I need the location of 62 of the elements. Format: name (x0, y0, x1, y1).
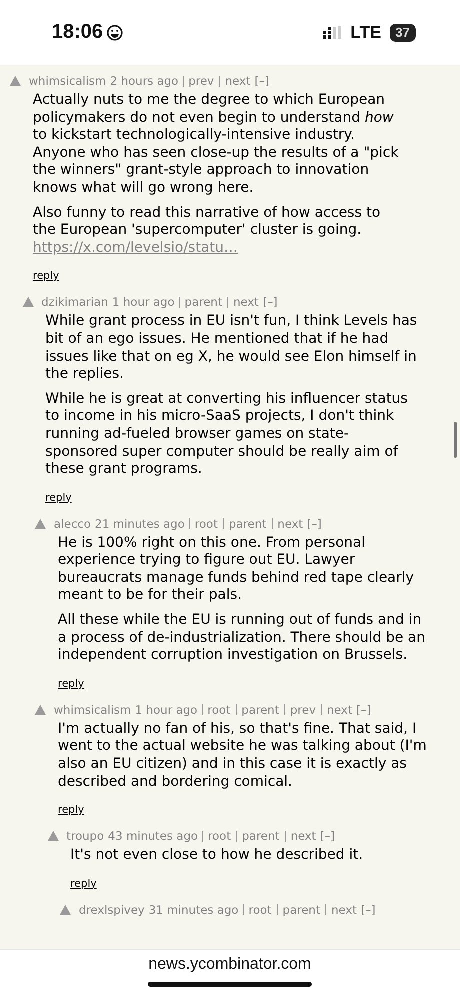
comment-age[interactable]: 21 minutes ago (95, 516, 185, 531)
comment-nav-link[interactable]: next (278, 516, 304, 531)
address-bar-url[interactable]: news.ycombinator.com (148, 956, 312, 974)
comment-text: While he is great at converting his influencer status to income in his micro-SaaS projects, I don't think running ad-fueled browser games on state-sponsored super computer should be really aim of these grant programs. (46, 390, 409, 479)
comment-nav-link[interactable]: next (233, 295, 259, 310)
comment-nav-link[interactable]: root (248, 902, 272, 917)
comment-nav-link[interactable]: parent (184, 295, 222, 310)
comment-author[interactable]: alecco (54, 516, 91, 531)
collapse-toggle[interactable]: [–] (262, 295, 278, 310)
comment-nav-link[interactable]: next (331, 902, 357, 917)
comment-author[interactable]: troupo (66, 829, 104, 844)
collapse-toggle[interactable]: [–] (307, 516, 322, 531)
comment-nav-link[interactable]: parent (242, 829, 280, 844)
collapse-toggle[interactable]: [–] (356, 702, 372, 717)
comment-nav-link[interactable]: root (194, 516, 218, 531)
upvote-icon[interactable] (35, 704, 46, 715)
comment-nav-link[interactable]: next (327, 702, 352, 717)
comment-text: While grant process in EU isn't fun, I think Levels has bit of an ego issues. He mentioned that if he had issues like that on eg X, he would see Elon himself in the replies. (46, 313, 418, 384)
comment-nav-link[interactable]: next (290, 829, 316, 844)
comment-nav-link[interactable]: prev (290, 702, 316, 717)
comment-nav-link[interactable]: root (208, 829, 232, 844)
reply-link[interactable]: reply (33, 270, 60, 282)
upvote-icon[interactable] (35, 518, 46, 529)
comment-age[interactable]: 1 hour ago (135, 702, 198, 717)
comment-nav-link[interactable]: root (208, 702, 231, 717)
clock-time: 18:06 (52, 21, 104, 44)
comment-text: Also funny to read this narrative of how access to the European 'supercomputer' cluster is going. https://x.com/levelsio/statu… (33, 204, 382, 258)
comment-age[interactable]: 1 hour ago (112, 295, 175, 310)
signal-icon (322, 26, 343, 39)
reply-link[interactable]: reply (58, 678, 84, 690)
comment-nav-link[interactable]: prev (188, 74, 214, 88)
upvote-icon[interactable] (60, 904, 71, 915)
comment-text: I'm actually no fan of his, so that's fine. That said, I went to the actual website he was talking about (I'm also an EU citizen) and in this case it is exactly as described and bordering comical. (58, 720, 428, 792)
comment-author[interactable]: whimsicalism (29, 74, 106, 88)
comment-age[interactable]: 43 minutes ago (108, 829, 198, 844)
smiley-icon (107, 24, 124, 40)
comment-author[interactable]: dzikimarian (42, 295, 108, 310)
comment-text: It's not even close to how he described it. (70, 847, 364, 865)
comment-text: All these while the EU is running out of funds and in a process of de-industrialization. There should be an independent corruption investigation on Brussels. (58, 612, 427, 665)
upvote-icon[interactable] (48, 831, 58, 842)
reply-link[interactable]: reply (46, 492, 72, 504)
comment-author[interactable]: whimsicalism (54, 702, 132, 717)
battery-indicator: 37 (390, 24, 416, 42)
comment-age[interactable]: 31 minutes ago (148, 902, 239, 917)
comment-nav-link[interactable]: parent (228, 516, 267, 531)
upvote-icon[interactable] (10, 76, 21, 86)
comment-nav-link[interactable]: next (225, 74, 251, 88)
comment-nav-link[interactable]: parent (242, 702, 280, 717)
comment-text: Actually nuts to me the degree to which European policymakers do not even begin to understand how to kickstart technologically-intensive industry. Anyone who has seen close-up the results of a "pick the winners" grant-style approach to innovation knows what will go wrong here. (33, 92, 400, 198)
reply-link[interactable]: reply (58, 804, 84, 816)
comment-author[interactable]: drexlspivey (79, 902, 145, 917)
upvote-icon[interactable] (22, 297, 34, 308)
comment-link[interactable]: https://x.com/levelsio/statu… (33, 240, 238, 256)
comment-age[interactable]: 2 hours ago (110, 74, 179, 88)
collapse-toggle[interactable]: [–] (320, 829, 336, 844)
collapse-toggle[interactable]: [–] (360, 902, 376, 917)
collapse-toggle[interactable]: [–] (254, 74, 270, 88)
reply-link[interactable]: reply (70, 878, 97, 890)
comment-nav-link[interactable]: parent (282, 902, 320, 917)
comment-text: He is 100% right on this one. From personal experience trying to figure out EU. Lawyer bureaucrats manage funds behind red tape clearly meant to be for their pals. (58, 534, 416, 606)
scrollbar (454, 422, 457, 458)
network-type: LTE (350, 22, 382, 42)
